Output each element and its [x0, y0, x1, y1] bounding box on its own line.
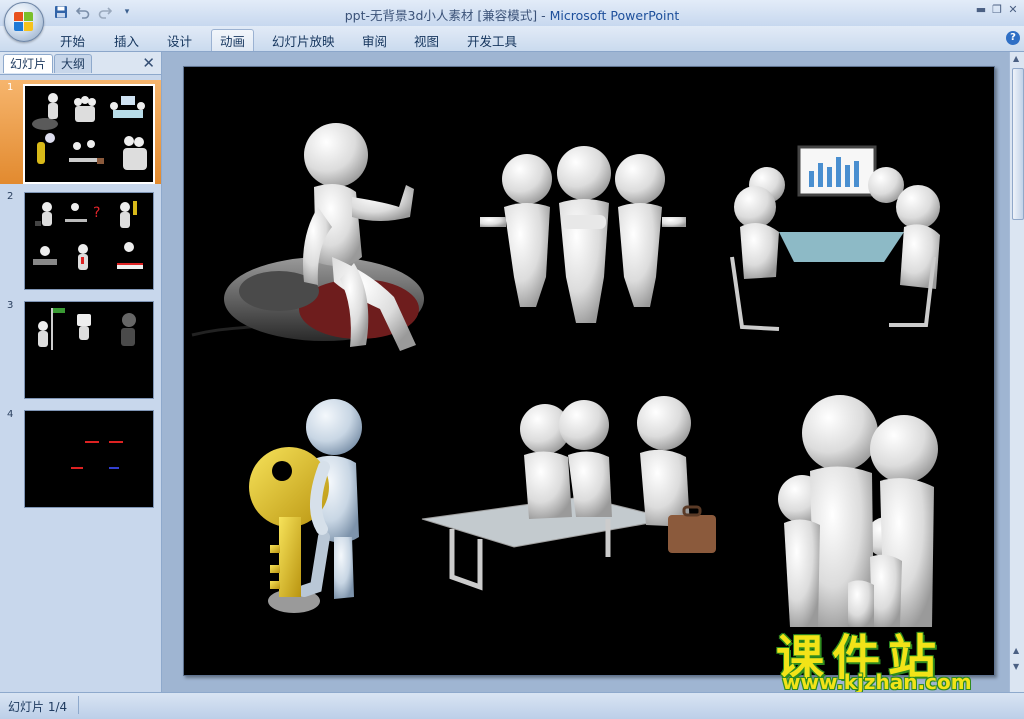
- slide-4-preview: [24, 410, 154, 508]
- slide-number: 2: [7, 191, 14, 202]
- slide-4-preview-art: [71, 441, 123, 469]
- figure-mouse-thumbsup: [191, 123, 424, 351]
- status-bar: 幻灯片 1/4: [0, 692, 1024, 719]
- next-slide-icon[interactable]: ▼: [1013, 662, 1019, 671]
- office-button[interactable]: [4, 2, 44, 42]
- app-name: Microsoft PowerPoint: [549, 8, 680, 23]
- figure-team-desk: [421, 396, 716, 591]
- figure-three-friends: [480, 146, 686, 323]
- scrollbar-thumb[interactable]: [1012, 68, 1024, 220]
- vertical-scrollbar[interactable]: ▲ ▲ ▼: [1009, 52, 1024, 692]
- close-icon[interactable]: ✕: [1006, 2, 1020, 16]
- slide-thumbnail-4[interactable]: 4: [0, 407, 161, 511]
- office-button-icon: [14, 12, 34, 32]
- pane-close-icon[interactable]: ✕: [142, 54, 155, 72]
- tab-review[interactable]: 审阅: [362, 31, 387, 50]
- help-icon[interactable]: ?: [1006, 31, 1020, 45]
- restore-icon[interactable]: ❐: [990, 2, 1004, 16]
- slide-artwork: [191, 123, 940, 627]
- figure-family: [778, 395, 938, 627]
- slide-thumbnail-3[interactable]: 3: [0, 298, 161, 402]
- tab-slideshow[interactable]: 幻灯片放映: [272, 31, 335, 50]
- slide-indicator: 幻灯片 1/4: [8, 700, 68, 714]
- window-controls: ▬ ❐ ✕: [974, 2, 1020, 16]
- slide-number: 3: [7, 300, 14, 311]
- slide-2-preview-art: ?: [33, 201, 143, 270]
- title-bar: ▾ ppt-无背景3d小人素材 [兼容模式] - Microsoft Power…: [0, 0, 1024, 26]
- slide-number: 4: [7, 409, 14, 420]
- tab-view[interactable]: 视图: [414, 31, 439, 50]
- tab-slides[interactable]: 幻灯片: [3, 54, 54, 73]
- figure-key-holder: [249, 399, 362, 613]
- window-title: ppt-无背景3d小人素材 [兼容模式] - Microsoft PowerPo…: [0, 5, 1024, 24]
- tab-outline[interactable]: 大纲: [54, 54, 93, 73]
- ribbon-tab-bar: 开始 插入 设计 动画 幻灯片放映 审阅 视图 开发工具: [0, 26, 1024, 52]
- slide-number: 1: [7, 82, 14, 93]
- slide-3-preview: [24, 301, 154, 399]
- tab-design[interactable]: 设计: [167, 31, 192, 50]
- scroll-up-icon[interactable]: ▲: [1013, 54, 1019, 63]
- status-divider: [78, 696, 79, 714]
- svg-text:?: ?: [93, 205, 100, 221]
- slide-3-preview-art: [38, 308, 136, 350]
- slide-2-preview: ?: [24, 192, 154, 290]
- minimize-icon[interactable]: ▬: [974, 2, 988, 16]
- slide-1-preview-art: [32, 93, 147, 170]
- slides-pane: 幻灯片 大纲 ✕ 1 2 ? 3 4: [0, 52, 162, 692]
- slide-thumbnail-1[interactable]: 1: [0, 80, 161, 184]
- slide-thumbnail-2[interactable]: 2 ?: [0, 189, 161, 293]
- figure-meeting-table: [730, 145, 940, 331]
- prev-slide-icon[interactable]: ▲: [1013, 646, 1019, 655]
- tab-home[interactable]: 开始: [60, 31, 85, 50]
- tab-developer[interactable]: 开发工具: [467, 31, 517, 50]
- slide-1-preview: [23, 84, 155, 184]
- pane-tabs: 幻灯片 大纲 ✕: [0, 52, 161, 75]
- tab-insert[interactable]: 插入: [114, 31, 139, 50]
- slide-editor: [162, 52, 1009, 692]
- current-slide[interactable]: [183, 66, 995, 676]
- tab-animations[interactable]: 动画: [211, 29, 255, 51]
- document-title: ppt-无背景3d小人素材 [兼容模式] -: [344, 8, 550, 23]
